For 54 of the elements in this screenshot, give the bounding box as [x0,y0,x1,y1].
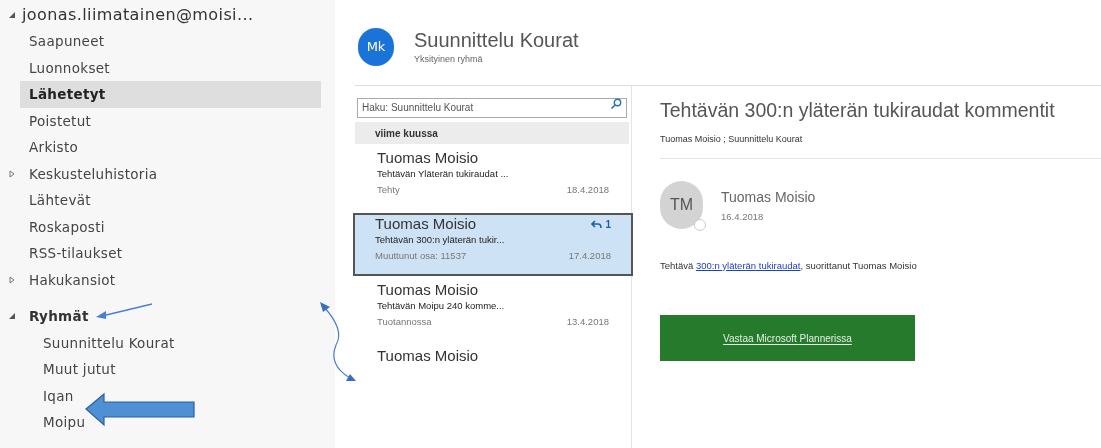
annotation-arrow [94,301,154,321]
message-title: Tehtävän 300:n yläterän tukiraudat kommentit [660,98,1056,123]
sent-date: 16.4.2018 [721,209,765,224]
groups-heading[interactable]: Ryhmät [20,306,89,327]
search-icon[interactable] [610,98,622,110]
task-link[interactable]: 300:n yläterän tukiraudat [695,259,801,271]
message-item[interactable]: Tuomas Moisio Tehtävän Yläterän tukiraudat ... Tehty 18.4.2018 [355,147,631,210]
message-sender: Tuomas Moisio [375,215,477,233]
folder-item[interactable]: Hakukansiot [20,266,321,293]
folder-item[interactable]: Roskaposti [20,213,321,240]
group-avatar: Mk [358,28,394,66]
reply-icon [591,219,603,229]
reply-in-planner-button[interactable]: Vastaa Microsoft Plannerissa [660,315,915,361]
message-item[interactable]: Tuomas Moisio Tehtävän Moipu 240 komme... Tuotannossa 13.4.2018 [355,279,631,342]
folder-item[interactable]: Moipu [20,409,321,436]
folder-item[interactable]: Poistetut [20,107,321,134]
section-header: viime kuussa [355,122,629,144]
message-subject: Tehtävän Moipu 240 komme... [377,299,506,312]
folder-item[interactable]: Lähtevät [20,187,321,214]
folder-item[interactable]: Keskusteluhistoria [20,160,321,187]
sender-avatar: TM [660,180,703,229]
account-name[interactable]: joonas.liimatainen@moisi... [22,3,254,27]
folder-item[interactable]: Iqan [20,382,321,409]
message-subject: Tehtävän 300:n yläterän tukir... [375,233,506,246]
message-subject: Tehtävän Yläterän tukiraudat ... [377,167,510,180]
folder-item[interactable]: Luonnokset [20,54,321,81]
collapsed-icon[interactable] [8,275,16,284]
folder-item[interactable]: Lähetetyt [20,81,321,108]
recipients: Tuomas Moisio ; Suunnittelu Kourat [660,133,804,147]
message-sender: Tuomas Moisio [377,149,479,167]
message-item[interactable]: Tuomas Moisio 1 Tehtävän 300:n yläterän tukir... Muuttunut osa: 11537 17.4.2018 [353,213,633,276]
folder-item[interactable]: Muut jutut [20,356,321,383]
message-status: Muuttunut osa: 11537 [375,249,467,263]
message-date: 17.4.2018 [568,249,611,263]
message-status: Tuotannossa [377,315,432,329]
sender-name: Tuomas Moisio [721,187,816,207]
message-sender: Tuomas Moisio [377,347,479,365]
message-date: 18.4.2018 [566,183,609,197]
expanded-icon[interactable] [8,312,16,321]
collapsed-icon[interactable] [8,169,16,178]
message-status: Tehty [377,183,400,197]
folder-item[interactable]: Saapuneet [20,28,321,55]
search-field[interactable]: Haku: Suunnittelu Kourat [357,97,627,118]
message-date: 13.4.2018 [566,315,609,329]
message-sender: Tuomas Moisio [377,281,479,299]
group-subtitle: Yksityinen ryhmä [414,53,484,67]
expanded-icon[interactable] [8,11,16,19]
reply-count: 1 [605,217,611,232]
group-name: Suunnittelu Kourat [414,28,579,54]
message-body: Tehtävä 300:n yläterän tukiraudat, suorittanut Tuomas Moisio [660,258,918,273]
folder-item[interactable]: Arkisto [20,134,321,161]
message-item[interactable]: Tuomas Moisio [355,345,631,408]
folder-item[interactable]: Suunnittelu Kourat [20,329,321,356]
folder-item[interactable]: RSS-tilaukset [20,240,321,267]
